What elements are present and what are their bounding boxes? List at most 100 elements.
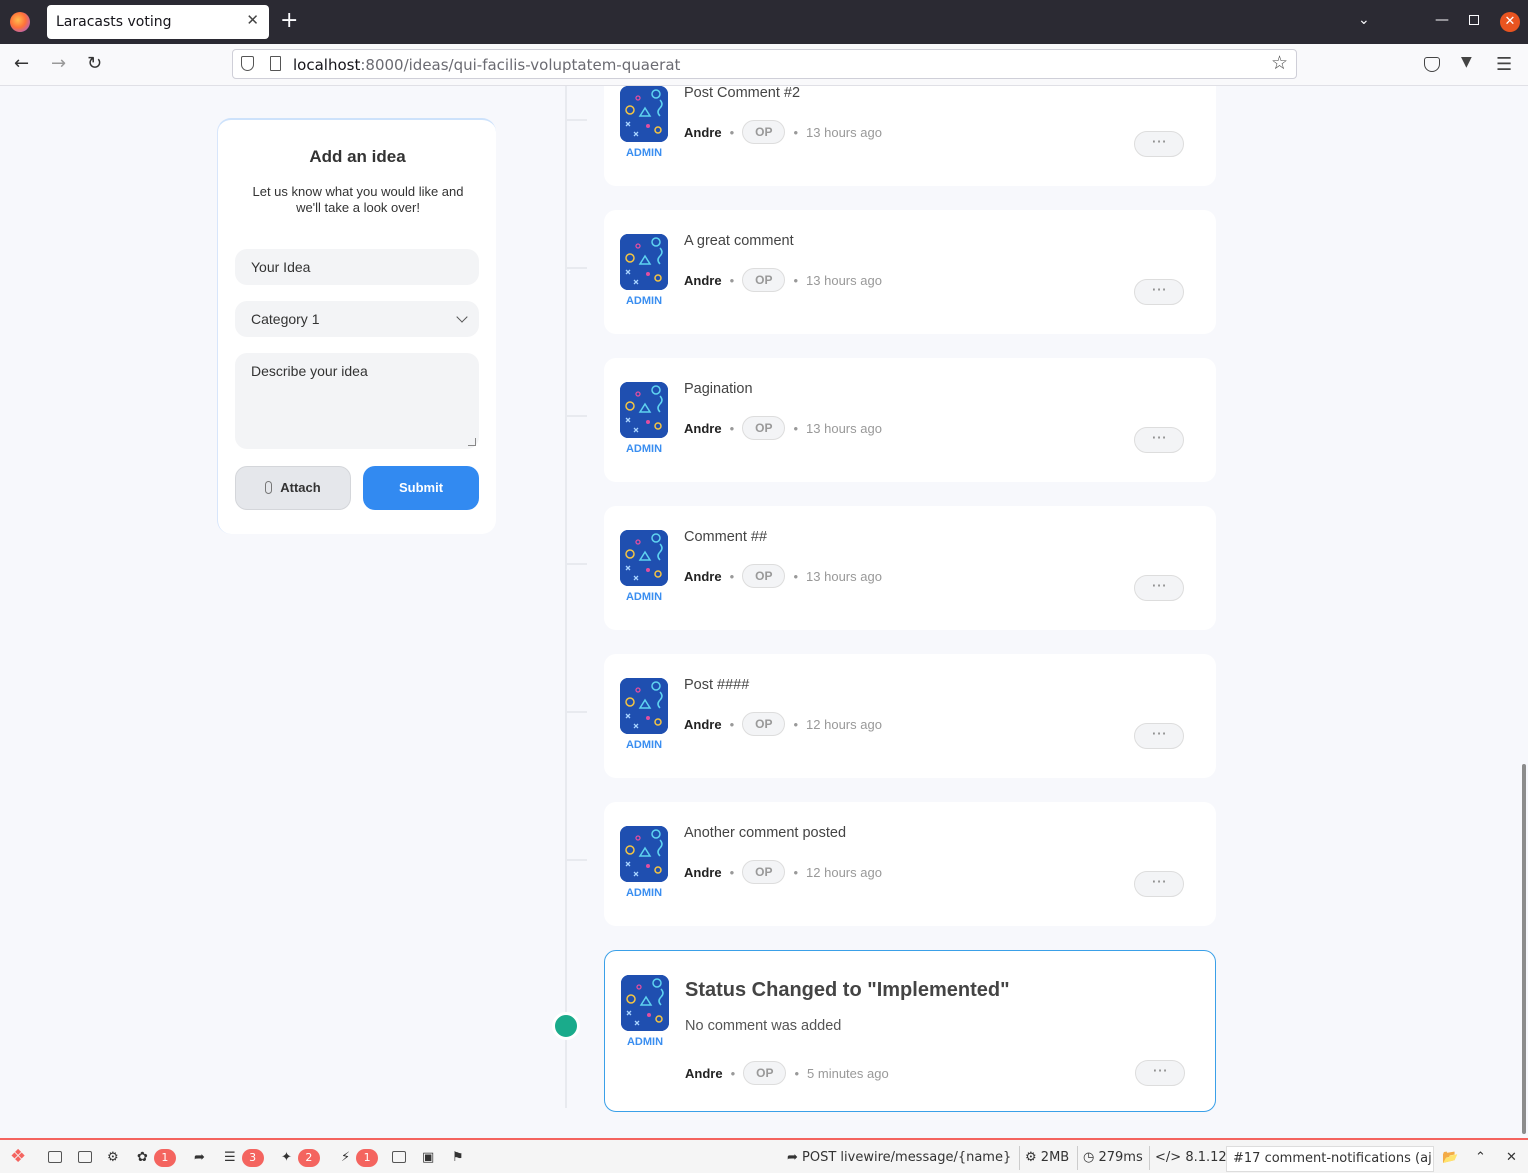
timeline-tab-icon[interactable] [78, 1147, 92, 1169]
separator-dot: • [729, 272, 735, 288]
separator-dot: • [793, 124, 799, 140]
browser-tab[interactable]: Laracasts voting ✕ [47, 5, 269, 39]
more-options-button[interactable]: ··· [1134, 871, 1184, 897]
address-bar[interactable]: localhost:8000/ideas/qui-facilis-volupta… [232, 49, 1297, 79]
minimize-icon[interactable]: — [1435, 12, 1449, 28]
status-change-title: Status Changed to "Implemented" [685, 979, 1010, 1001]
hamburger-menu-icon[interactable]: ☰ [1496, 54, 1512, 75]
duration-text: 279ms [1098, 1150, 1143, 1165]
queries-tab[interactable]: ☰ 3 [224, 1147, 264, 1169]
op-badge: OP [742, 416, 786, 440]
forward-arrow-icon[interactable]: → [51, 53, 66, 75]
extension-icon[interactable]: ▼ [1461, 54, 1472, 70]
comment-author: Andre [684, 124, 722, 140]
separator-dot: • [729, 864, 735, 880]
status-change-card: ADMIN Status Changed to "Implemented" No… [604, 950, 1216, 1112]
shield-icon[interactable] [241, 56, 254, 71]
pocket-icon[interactable] [1424, 57, 1440, 72]
comment-author: Andre [684, 864, 722, 880]
add-idea-title: Add an idea [309, 147, 406, 166]
separator-dot: • [793, 864, 799, 880]
back-arrow-icon[interactable]: ← [14, 53, 29, 75]
idea-description-textarea[interactable]: Describe your idea [235, 353, 479, 449]
reload-icon[interactable]: ↻ [87, 53, 102, 75]
livewire-tab[interactable]: ⚡ 1 [341, 1147, 379, 1169]
separator-dot: • [793, 716, 799, 732]
op-badge: OP [742, 268, 786, 292]
avatar[interactable] [620, 678, 668, 734]
url-path: :8000/ideas/qui-facilis-voluptatem-quaer… [360, 56, 681, 74]
comment-card: ADMIN Comment ## Andre • OP • 13 hours ago ·… [604, 506, 1216, 630]
maximize-icon[interactable] [1469, 15, 1479, 25]
add-idea-card: Add an idea Let us know what you would l… [217, 118, 496, 534]
submit-button[interactable]: Submit [363, 466, 479, 510]
more-options-button[interactable]: ··· [1134, 575, 1184, 601]
comment-author: Andre [684, 272, 722, 288]
avatar[interactable] [621, 975, 669, 1031]
window-close-icon[interactable]: ✕ [1500, 12, 1520, 32]
op-badge: OP [742, 564, 786, 588]
avatar[interactable] [620, 826, 668, 882]
session-tab-icon[interactable] [392, 1147, 406, 1169]
avatar[interactable] [620, 382, 668, 438]
resize-grip-icon[interactable] [468, 438, 476, 446]
open-folder-icon[interactable]: 📂 [1442, 1147, 1458, 1169]
more-options-button[interactable]: ··· [1134, 723, 1184, 749]
new-tab-icon[interactable]: + [280, 9, 298, 33]
separator-dot: • [729, 568, 735, 584]
messages-tab-icon[interactable] [48, 1147, 62, 1169]
firefox-icon [10, 12, 30, 32]
request-tab-icon[interactable]: ▣ [422, 1147, 434, 1169]
request-history-value: #17 comment-notifications (aj [1233, 1151, 1432, 1166]
comment-card: ADMIN Post #### Andre • OP • 12 hours ago ··… [604, 654, 1216, 778]
request-route[interactable]: ➦ POST livewire/message/{name} [787, 1147, 1011, 1169]
url-host: localhost [293, 56, 361, 74]
avatar[interactable] [620, 86, 668, 142]
category-selected-value: Category 1 [251, 311, 320, 327]
timeline-tick [567, 711, 587, 713]
divider [1019, 1146, 1020, 1170]
page-scrollbar[interactable] [1522, 764, 1526, 1134]
comment-meta: Andre • OP • 12 hours ago [684, 712, 882, 736]
request-route-text: POST livewire/message/{name} [802, 1150, 1012, 1165]
comment-body: Post Comment #2 [684, 86, 801, 101]
category-select[interactable]: Category 1 [235, 301, 479, 337]
more-options-button[interactable]: ··· [1134, 279, 1184, 305]
page-content: Add an idea Let us know what you would l… [0, 86, 1528, 1138]
admin-tag: ADMIN [625, 443, 663, 455]
route-tab-icon[interactable]: ➦ [194, 1147, 205, 1169]
more-options-button[interactable]: ··· [1135, 1060, 1185, 1086]
more-options-button[interactable]: ··· [1134, 427, 1184, 453]
tags-tab-icon[interactable]: ⚑ [452, 1147, 464, 1169]
more-options-button[interactable]: ··· [1134, 131, 1184, 157]
livewire-count-badge: 1 [356, 1149, 379, 1167]
avatar[interactable] [620, 530, 668, 586]
models-tab[interactable]: ✦ 2 [281, 1147, 320, 1169]
memory-usage: ⚙ 2MB [1025, 1150, 1070, 1165]
tab-close-icon[interactable]: ✕ [246, 11, 259, 29]
laravel-logo-icon[interactable]: ❖ [10, 1146, 26, 1168]
views-tab[interactable]: ✿ 1 [137, 1147, 176, 1169]
comment-body: Pagination [684, 381, 753, 397]
comment-meta: Andre • OP • 12 hours ago [684, 860, 882, 884]
messages-icon [48, 1151, 62, 1163]
op-badge: OP [743, 1061, 787, 1085]
admin-tag: ADMIN [625, 739, 663, 751]
avatar[interactable] [620, 234, 668, 290]
comment-author: Andre [685, 1065, 723, 1081]
request-history-select[interactable]: #17 comment-notifications (aj [1226, 1146, 1434, 1172]
maximize-debugbar-icon[interactable]: ⌃ [1475, 1147, 1486, 1169]
submit-label: Submit [398, 480, 444, 495]
admin-tag: ADMIN [626, 1036, 664, 1048]
tab-list-chevron-icon[interactable]: ⌄ [1358, 12, 1370, 28]
bookmark-star-icon[interactable]: ☆ [1271, 52, 1288, 74]
page-icon[interactable] [270, 56, 281, 71]
url-text[interactable]: localhost:8000/ideas/qui-facilis-volupta… [293, 56, 680, 74]
admin-tag: ADMIN [625, 147, 663, 159]
idea-title-input[interactable]: Your Idea [235, 249, 479, 285]
close-debugbar-icon[interactable]: ✕ [1506, 1147, 1517, 1169]
exceptions-tab-icon[interactable]: ⚙ [107, 1147, 119, 1169]
attach-button[interactable]: Attach [235, 466, 351, 510]
comment-body: Post #### [684, 677, 750, 693]
comment-body: A great comment [684, 233, 794, 249]
